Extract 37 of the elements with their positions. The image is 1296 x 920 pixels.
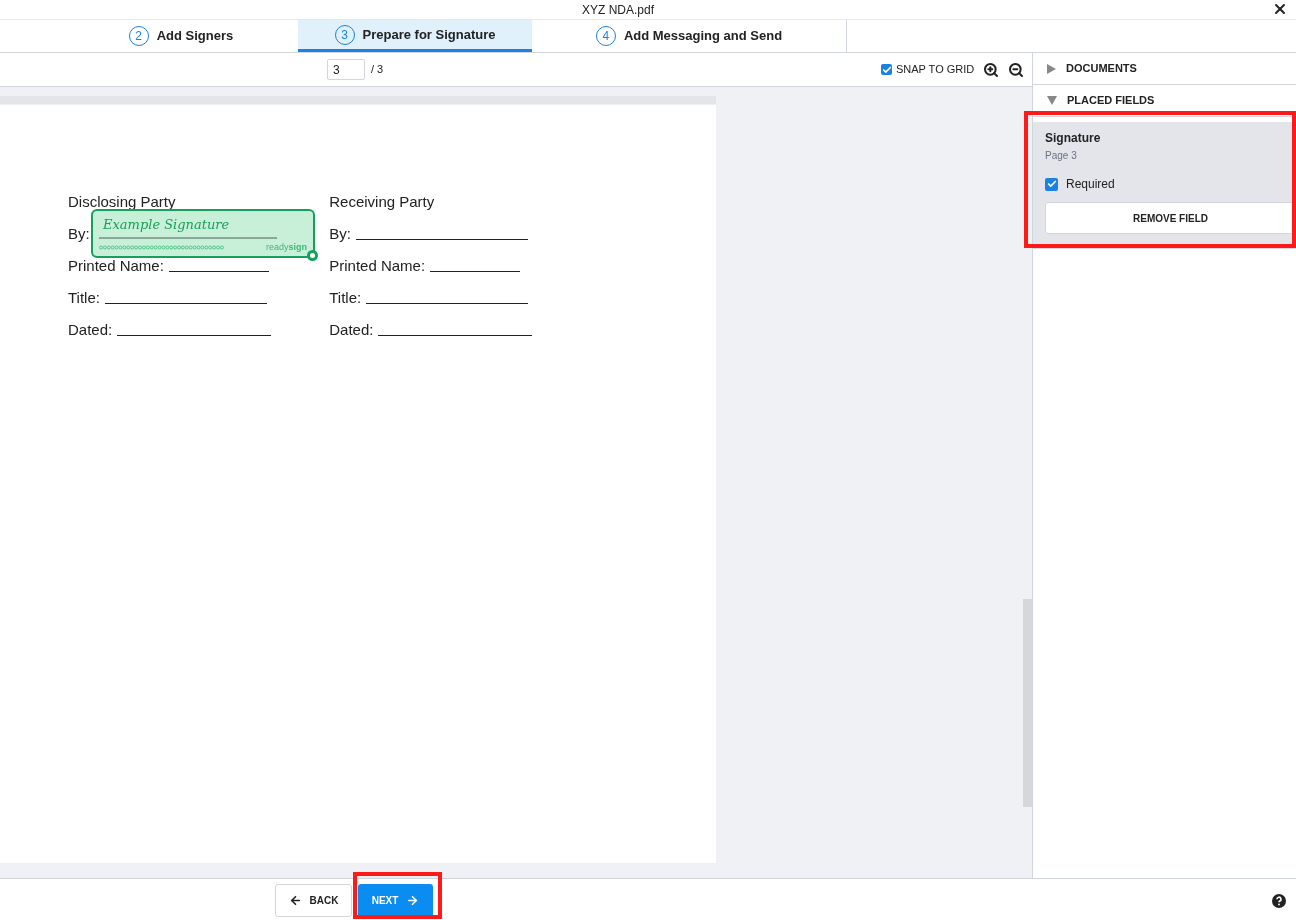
party-heading: Receiving Party bbox=[329, 192, 436, 212]
arrow-left-icon bbox=[288, 894, 302, 907]
back-button[interactable]: BACK bbox=[275, 884, 352, 917]
brand-logo: readysign bbox=[265, 241, 307, 254]
expand-icon bbox=[1047, 63, 1056, 74]
step-tab[interactable]: 3 Prepare for Signature bbox=[298, 20, 532, 52]
page-field[interactable]: 3 bbox=[327, 59, 365, 80]
snap-to-grid-label: SNAP TO GRID bbox=[896, 62, 975, 78]
page-total: / 3 bbox=[371, 62, 384, 78]
collapse-icon bbox=[1047, 96, 1057, 105]
form-label: Dated: bbox=[329, 320, 374, 340]
form-label: By: bbox=[329, 224, 351, 244]
form-label: Dated: bbox=[68, 320, 113, 340]
party-heading: Disclosing Party bbox=[68, 192, 177, 212]
zoom-out-icon[interactable] bbox=[1008, 61, 1024, 78]
checkbox[interactable] bbox=[881, 64, 892, 75]
close-button[interactable] bbox=[1272, 1, 1288, 17]
field-name: Signature bbox=[1045, 130, 1102, 147]
form-label: Printed Name: bbox=[329, 256, 426, 276]
help-icon[interactable] bbox=[1272, 894, 1286, 908]
form-label: By: bbox=[68, 224, 90, 244]
form-label: Title: bbox=[68, 288, 100, 308]
section-header[interactable]: PLACED FIELDS bbox=[1033, 85, 1296, 117]
resize-handle[interactable] bbox=[307, 250, 318, 261]
section-header[interactable]: DOCUMENTS bbox=[1033, 53, 1296, 85]
field-page: Page 3 bbox=[1045, 149, 1078, 163]
form-label: Printed Name: bbox=[68, 256, 164, 276]
step-tab[interactable]: 2 Add Signers bbox=[64, 20, 298, 52]
window-title: XYZ NDA.pdf bbox=[582, 1, 654, 19]
arrow-right-icon bbox=[406, 894, 420, 907]
required-label: Required bbox=[1066, 176, 1115, 193]
checkbox[interactable] bbox=[1045, 177, 1058, 191]
scrollbar[interactable] bbox=[1023, 599, 1032, 807]
zoom-in-icon[interactable] bbox=[983, 61, 999, 78]
field-card[interactable]: Signature Page 3 Required REMOVE FIELD bbox=[1033, 122, 1296, 249]
form-label: Title: bbox=[329, 288, 362, 308]
step-tab[interactable]: 4 Add Messaging and Send bbox=[532, 20, 846, 52]
